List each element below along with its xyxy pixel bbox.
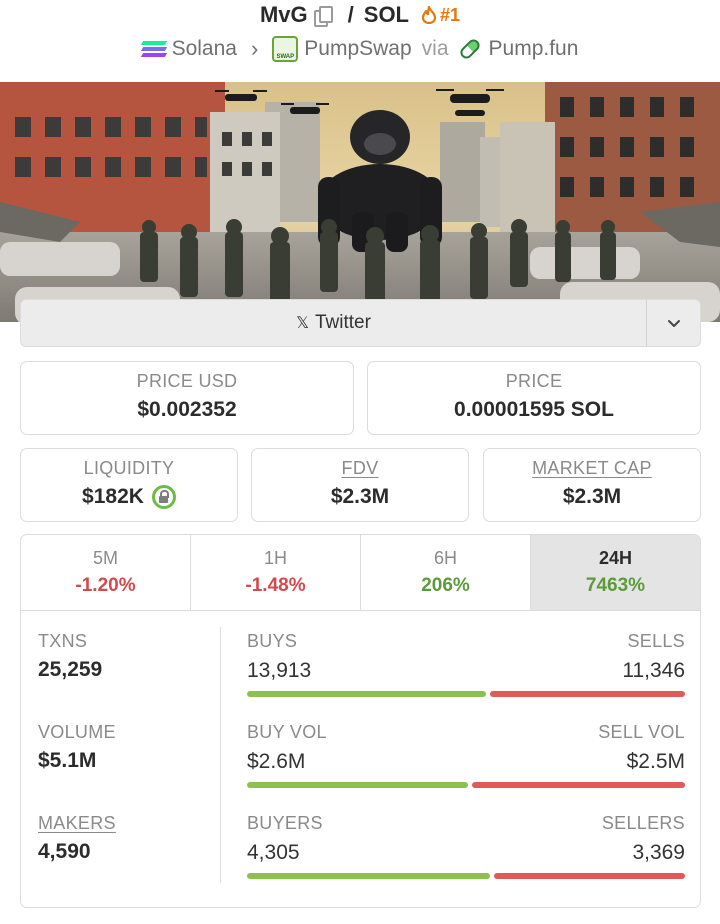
socials-bar: 𝕏 Twitter xyxy=(20,299,701,347)
timeframe-stats-body: TXNS 25,259 VOLUME $5.1M MAKERS 4,590 BU… xyxy=(21,611,700,907)
liquidity-lock-icon[interactable] xyxy=(151,485,176,509)
pumpswap-icon: SWAP xyxy=(272,36,299,62)
makers-stat: MAKERS 4,590 xyxy=(38,813,116,864)
txns-stat: TXNS 25,259 xyxy=(38,631,102,682)
makers-value: 4,590 xyxy=(38,840,91,863)
price-native-card: PRICE 0.00001595 SOL xyxy=(367,361,701,435)
twitter-label: Twitter xyxy=(314,312,371,333)
sell-bar xyxy=(472,782,685,788)
trending-rank-badge[interactable]: #1 xyxy=(421,5,460,26)
fdv-label[interactable]: FDV xyxy=(252,458,468,479)
rank-label: #1 xyxy=(440,4,461,25)
sells-label: SELLS xyxy=(627,631,685,651)
market-cap-value: $2.3M xyxy=(562,485,622,508)
chevron-down-icon xyxy=(667,319,680,327)
tab-label: 1H xyxy=(263,548,287,568)
pair-header: MvG / SOL #1 xyxy=(0,0,720,30)
buys-sells-bar xyxy=(247,691,685,697)
tab-change: 206% xyxy=(421,575,470,596)
txns-label: TXNS xyxy=(38,631,88,651)
price-native-label: PRICE xyxy=(505,371,563,391)
buys-sells-row: BUYS SELLS 13,913 11,346 xyxy=(247,631,685,697)
price-usd-label: PRICE USD xyxy=(136,371,238,391)
fdv-value: $2.3M xyxy=(330,485,390,508)
volume-label: VOLUME xyxy=(38,722,116,742)
liquidity-card: LIQUIDITY $182K xyxy=(20,448,238,522)
x-logo-icon: 𝕏 xyxy=(296,315,309,332)
tab-change: -1.20% xyxy=(75,575,136,596)
buyers-sellers-row: BUYERS SELLERS 4,305 3,369 xyxy=(247,813,685,879)
token-banner-image xyxy=(0,82,720,322)
buyers-sellers-bar xyxy=(247,873,685,879)
solana-icon xyxy=(140,41,167,57)
market-cap-label[interactable]: MARKET CAP xyxy=(484,458,700,479)
tab-label: 5M xyxy=(92,548,118,568)
pill-icon xyxy=(457,36,482,62)
makers-label[interactable]: MAKERS xyxy=(38,813,116,834)
via-label: via xyxy=(421,37,449,60)
copy-icon[interactable] xyxy=(313,5,333,27)
tab-1h[interactable]: 1H -1.48% xyxy=(191,535,361,610)
pair-separator: / xyxy=(347,2,354,27)
liquidity-value: $182K xyxy=(82,485,144,508)
sell-vol-label: SELL VOL xyxy=(598,722,685,742)
sell-bar xyxy=(494,873,685,879)
sell-bar xyxy=(490,691,685,697)
column-divider xyxy=(220,627,221,883)
price-usd-value: $0.002352 xyxy=(137,398,237,421)
buy-bar xyxy=(247,873,490,879)
tab-change: 7463% xyxy=(585,575,646,596)
pair-breadcrumb: Solana › SWAP PumpSwap via Pump.fun xyxy=(0,32,720,66)
tab-label: 6H xyxy=(433,548,457,568)
volume-stat: VOLUME $5.1M xyxy=(38,722,116,773)
totals-column: TXNS 25,259 VOLUME $5.1M MAKERS 4,590 xyxy=(21,611,221,907)
liquidity-label: LIQUIDITY xyxy=(83,458,175,478)
buy-vol-value: $2.6M xyxy=(247,750,306,773)
volume-value: $5.1M xyxy=(38,749,97,772)
buy-sell-volume-bar xyxy=(247,782,685,788)
buyers-value: 4,305 xyxy=(247,841,300,864)
tab-24h[interactable]: 24H 7463% xyxy=(531,535,700,610)
timeframe-tabs: 5M -1.20% 1H -1.48% 6H 206% 24H 7463% xyxy=(21,535,700,611)
market-cap-card: MARKET CAP $2.3M xyxy=(483,448,701,522)
fdv-card: FDV $2.3M xyxy=(251,448,469,522)
flame-icon xyxy=(421,6,437,24)
sells-value: 11,346 xyxy=(622,659,685,682)
chain-link[interactable]: Solana xyxy=(172,37,237,61)
buys-label: BUYS xyxy=(247,631,298,651)
tab-5m[interactable]: 5M -1.20% xyxy=(21,535,191,610)
buys-value: 13,913 xyxy=(247,659,312,682)
tab-change: -1.48% xyxy=(245,575,306,596)
price-usd-card: PRICE USD $0.002352 xyxy=(20,361,354,435)
tab-6h[interactable]: 6H 206% xyxy=(361,535,531,610)
tab-label: 24H xyxy=(598,548,633,568)
sell-vol-value: $2.5M xyxy=(626,750,685,773)
token-symbol: MvG xyxy=(259,2,308,27)
sellers-value: 3,369 xyxy=(632,841,685,864)
timeframe-stats-panel: 5M -1.20% 1H -1.48% 6H 206% 24H 7463% TX… xyxy=(20,534,701,908)
quote-symbol: SOL xyxy=(363,2,409,27)
price-native-value: 0.00001595 SOL xyxy=(454,398,614,421)
liquidity-row: $182K xyxy=(21,485,237,509)
buy-bar xyxy=(247,691,486,697)
buy-sell-volume-row: BUY VOL SELL VOL $2.6M $2.5M xyxy=(247,722,685,788)
buy-vol-label: BUY VOL xyxy=(247,722,327,742)
socials-dropdown-button[interactable] xyxy=(646,300,700,346)
sellers-label: SELLERS xyxy=(601,813,685,833)
dex-link[interactable]: PumpSwap xyxy=(304,37,411,61)
chevron-right-icon: › xyxy=(250,36,259,61)
buyers-label: BUYERS xyxy=(247,813,323,833)
txns-value: 25,259 xyxy=(38,658,103,681)
twitter-link[interactable]: 𝕏 Twitter xyxy=(21,300,646,346)
platform-link[interactable]: Pump.fun xyxy=(489,37,579,61)
buy-bar xyxy=(247,782,468,788)
